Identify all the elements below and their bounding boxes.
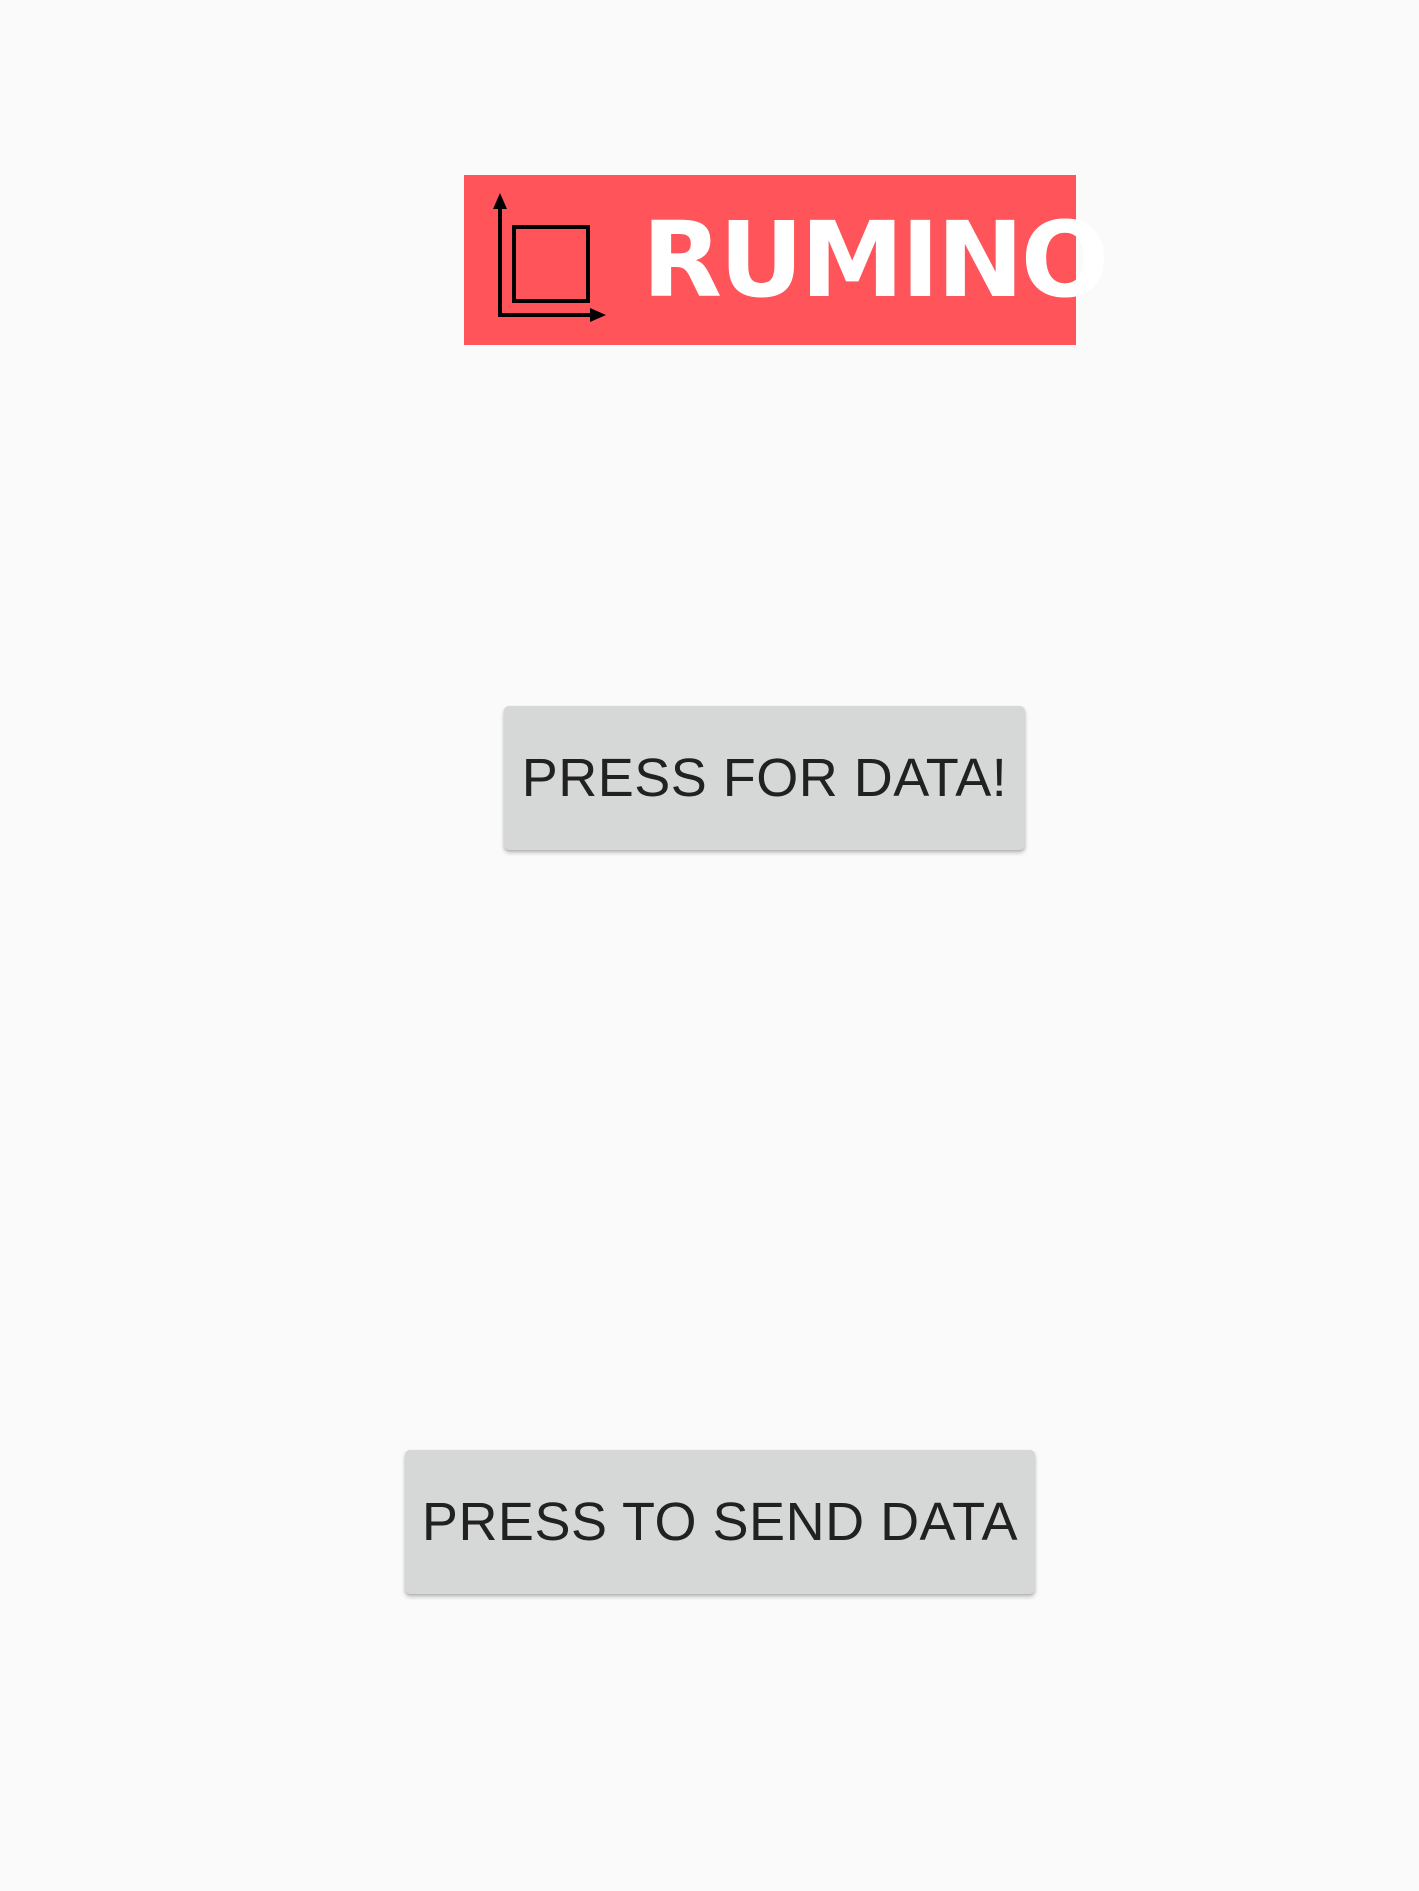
press-for-data-button[interactable]: PRESS FOR DATA! (504, 706, 1025, 850)
axes-square-icon (493, 193, 606, 322)
rumino-logo: RUMINO (464, 175, 1109, 345)
logo-wordmark: RUMINO (642, 199, 1109, 321)
press-to-send-data-button[interactable]: PRESS TO SEND DATA (405, 1450, 1035, 1594)
app-screen: RUMINO PRESS FOR DATA! PRESS TO SEND DAT… (0, 0, 1419, 1891)
